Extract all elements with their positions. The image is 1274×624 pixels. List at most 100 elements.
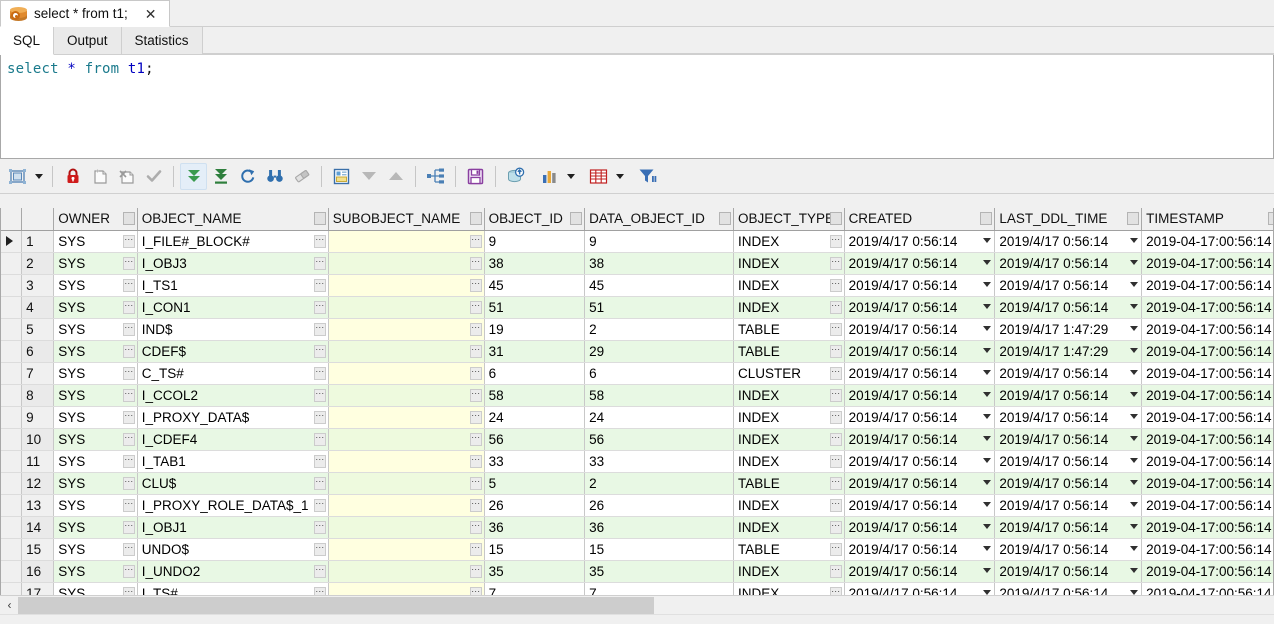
cell-object-type[interactable]: TABLE ⋯ [733,318,845,341]
close-icon[interactable]: ✕ [141,7,161,21]
header-object-name[interactable]: OBJECT_NAME [137,208,329,231]
cell-object-name[interactable]: CLU$ ⋯ [137,472,329,495]
triangle-up-icon[interactable] [382,163,409,190]
cell-expand-icon[interactable]: ⋯ [122,278,135,292]
header-created[interactable]: CREATED [844,208,996,231]
header-object-id[interactable]: OBJECT_ID [484,208,586,231]
fetch-all-icon[interactable] [207,163,234,190]
cell-expand-icon[interactable]: ⋯ [122,542,135,556]
cell-expand-icon[interactable]: ⋯ [313,278,326,292]
cell-object-type[interactable]: INDEX ⋯ [733,252,845,275]
header-object-type-resize[interactable] [829,212,842,225]
cell-owner[interactable]: SYS ⋯ [53,428,138,451]
cell-dropdown-icon[interactable] [1130,545,1139,551]
new-record-icon[interactable] [86,163,113,190]
cell-object-type[interactable]: INDEX ⋯ [733,296,845,319]
cell-subobject-name[interactable]: ⋯ [328,362,485,385]
cell-dropdown-icon[interactable] [983,435,992,441]
cell-expand-icon[interactable]: ⋯ [829,432,842,446]
cell-object-id[interactable]: 45 [484,274,586,297]
cell-owner[interactable]: SYS ⋯ [53,538,138,561]
row-selector[interactable] [1,274,23,297]
cell-created[interactable]: 2019/4/17 0:56:14 [844,472,996,495]
cell-data-object-id[interactable]: 24 [584,406,734,429]
cell-object-type[interactable]: INDEX ⋯ [733,516,845,539]
cell-expand-icon[interactable]: ⋯ [469,542,482,556]
cell-expand-icon[interactable]: ⋯ [829,256,842,270]
cell-last-ddl-time[interactable]: 2019/4/17 0:56:14 [994,252,1143,275]
cell-object-id[interactable]: 26 [484,494,586,517]
cell-last-ddl-time[interactable]: 2019/4/17 0:56:14 [994,494,1143,517]
cell-dropdown-icon[interactable] [1130,369,1139,375]
cell-last-ddl-time[interactable]: 2019/4/17 1:47:29 [994,318,1143,341]
cell-expand-icon[interactable]: ⋯ [829,322,842,336]
header-owner[interactable]: OWNER [53,208,138,231]
cell-object-name[interactable]: UNDO$ ⋯ [137,538,329,561]
cell-expand-icon[interactable]: ⋯ [829,520,842,534]
cell-dropdown-icon[interactable] [1130,457,1139,463]
cell-last-ddl-time[interactable]: 2019/4/17 0:56:14 [994,516,1143,539]
row-selector[interactable] [1,362,23,385]
cell-owner[interactable]: SYS ⋯ [53,274,138,297]
cell-last-ddl-time[interactable]: 2019/4/17 0:56:14 [994,384,1143,407]
cell-dropdown-icon[interactable] [1130,325,1139,331]
cell-subobject-name[interactable]: ⋯ [328,472,485,495]
results-grid[interactable]: OWNER OBJECT_NAME SUBOBJECT_NAME OBJECT_… [0,208,1274,624]
header-created-resize[interactable] [980,212,993,225]
cell-object-name[interactable]: I_TAB1 ⋯ [137,450,329,473]
cell-dropdown-icon[interactable] [1130,281,1139,287]
header-timestamp-resize[interactable] [1268,212,1273,225]
cell-object-id[interactable]: 31 [484,340,586,363]
cell-object-type[interactable]: INDEX ⋯ [733,384,845,407]
cell-expand-icon[interactable]: ⋯ [829,344,842,358]
cell-expand-icon[interactable]: ⋯ [313,256,326,270]
cell-expand-icon[interactable]: ⋯ [122,234,135,248]
table-row[interactable]: 5 SYS ⋯ IND$ ⋯ ⋯ 19 2 TABLE ⋯ 2019/4/17 0:56:14 201… [1,318,1273,341]
cell-expand-icon[interactable]: ⋯ [122,520,135,534]
cell-owner[interactable]: SYS ⋯ [53,472,138,495]
cell-timestamp[interactable]: 2019-04-17:00:56:14 [1141,450,1273,473]
cell-object-type[interactable]: TABLE ⋯ [733,340,845,363]
row-selector[interactable] [1,406,23,429]
caret-down-icon[interactable] [563,163,578,190]
table-row[interactable]: 7 SYS ⋯ C_TS# ⋯ ⋯ 6 6 CLUSTER ⋯ 2019/4/17 0:56:14 2… [1,362,1273,385]
cell-dropdown-icon[interactable] [1130,347,1139,353]
horizontal-scrollbar[interactable]: ‹ [0,595,1274,614]
fetch-next-page-icon[interactable] [180,162,207,190]
table-row[interactable]: 1 SYS ⋯ I_FILE#_BLOCK# ⋯ ⋯ 9 9 INDEX ⋯ 2019/4/17 0… [1,230,1273,253]
eraser-icon[interactable] [288,163,315,190]
cell-dropdown-icon[interactable] [1130,589,1139,595]
cell-expand-icon[interactable]: ⋯ [313,234,326,248]
cell-expand-icon[interactable]: ⋯ [313,366,326,380]
cell-expand-icon[interactable]: ⋯ [313,344,326,358]
cell-expand-icon[interactable]: ⋯ [122,564,135,578]
cell-dropdown-icon[interactable] [983,391,992,397]
cell-timestamp[interactable]: 2019-04-17:00:56:14 [1141,252,1273,275]
save-icon[interactable] [462,163,489,190]
header-subobject-name[interactable]: SUBOBJECT_NAME [328,208,485,231]
cell-object-id[interactable]: 9 [484,230,586,253]
lock-icon[interactable] [59,163,86,190]
cell-owner[interactable]: SYS ⋯ [53,450,138,473]
refresh-icon[interactable] [234,163,261,190]
cell-object-type[interactable]: INDEX ⋯ [733,230,845,253]
cell-owner[interactable]: SYS ⋯ [53,318,138,341]
cell-data-object-id[interactable]: 56 [584,428,734,451]
cell-owner[interactable]: SYS ⋯ [53,296,138,319]
cell-subobject-name[interactable]: ⋯ [328,230,485,253]
cell-timestamp[interactable]: 2019-04-17:00:56:14 [1141,428,1273,451]
cell-object-id[interactable]: 38 [484,252,586,275]
cell-object-type[interactable]: INDEX ⋯ [733,428,845,451]
cell-created[interactable]: 2019/4/17 0:56:14 [844,318,996,341]
header-object-id-resize[interactable] [570,212,583,225]
chevron-down-icon[interactable] [31,163,46,190]
cell-object-name[interactable]: I_PROXY_ROLE_DATA$_1 ⋯ [137,494,329,517]
cell-expand-icon[interactable]: ⋯ [469,388,482,402]
cell-expand-icon[interactable]: ⋯ [829,410,842,424]
cell-last-ddl-time[interactable]: 2019/4/17 1:47:29 [994,340,1143,363]
cell-expand-icon[interactable]: ⋯ [313,432,326,446]
cell-expand-icon[interactable]: ⋯ [313,410,326,424]
table-row[interactable]: 15 SYS ⋯ UNDO$ ⋯ ⋯ 15 15 TABLE ⋯ 2019/4/17 0:56:14… [1,538,1273,561]
cell-object-id[interactable]: 19 [484,318,586,341]
cell-expand-icon[interactable]: ⋯ [829,454,842,468]
